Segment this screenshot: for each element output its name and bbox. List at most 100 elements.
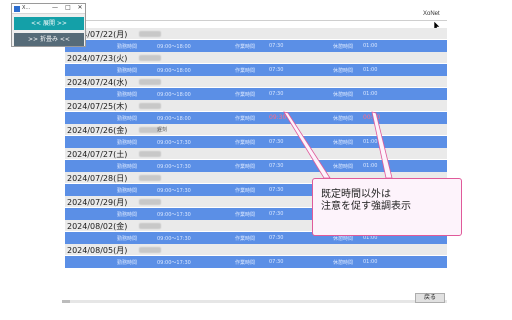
work-row[interactable]: 勤務時間 09:00～18:00 作業時間 09:30 休憩時間 00:00 [65, 112, 447, 124]
minimize-icon[interactable]: — [49, 4, 61, 11]
rest-label: 休憩時間 [333, 140, 354, 146]
day-entry: 2024/08/05(月) 勤務時間 09:00～17:30 作業時間 07:3… [65, 244, 447, 268]
work-time-label: 勤務時間 [117, 92, 138, 98]
rest-value: 00:00 [363, 114, 381, 121]
day-entry: 2024/07/24(水) 勤務時間 09:00～18:00 作業時間 07:3… [65, 76, 447, 100]
rest-label: 休憩時間 [333, 260, 354, 266]
overtime-value: 09:30 [269, 114, 287, 121]
work-hours: 09:00～17:30 [157, 260, 191, 266]
overtime-label: 作業時間 [235, 140, 256, 146]
date-row[interactable]: 2024/08/05(月) [65, 244, 447, 256]
brand-label: XoNet [423, 11, 440, 17]
work-row[interactable]: 勤務時間 09:00～17:30 作業時間 07:30 休憩時間 01:00 [65, 136, 447, 148]
rest-value: 01:00 [363, 91, 378, 97]
rest-value: 01:00 [363, 163, 378, 169]
work-time-label: 勤務時間 [117, 68, 138, 74]
horizontal-scrollbar[interactable] [62, 300, 447, 303]
overtime-label: 作業時間 [235, 44, 256, 50]
overtime-label: 作業時間 [235, 260, 256, 266]
work-hours: 09:00～17:30 [157, 188, 191, 194]
day-entry: 2024/07/22(月) 勤務時間 09:00～18:00 作業時間 07:3… [65, 28, 447, 52]
redacted-name [139, 103, 161, 109]
mini-window: X… — □ ✕ << 展開 >> >> 折畳み << [11, 3, 86, 47]
work-time-label: 勤務時間 [117, 44, 138, 50]
redacted-name [139, 247, 161, 253]
day-entry: 2024/07/27(土) 勤務時間 09:00～17:30 作業時間 07:3… [65, 148, 447, 172]
redacted-name [139, 79, 161, 85]
overtime-label: 作業時間 [235, 236, 256, 242]
maximize-icon[interactable]: □ [62, 4, 74, 11]
work-hours: 09:00～17:30 [157, 212, 191, 218]
overtime-value: 07:30 [269, 67, 284, 73]
work-time-label: 勤務時間 [117, 140, 138, 146]
date-label: 2024/07/28(日) [67, 174, 128, 183]
redacted-name [139, 31, 161, 37]
mini-window-title: X… [22, 5, 31, 11]
work-time-label: 勤務時間 [117, 260, 138, 266]
day-entry: 2024/07/26(金) 遅刻 勤務時間 09:00～17:30 作業時間 0… [65, 124, 447, 148]
annotation-callout: 既定時間以外は 注意を促す強調表示 [312, 178, 462, 236]
date-label: 2024/07/29(月) [67, 198, 128, 207]
rest-label: 休憩時間 [333, 92, 354, 98]
back-button[interactable]: 戻る [415, 293, 445, 303]
overtime-label: 作業時間 [235, 92, 256, 98]
mini-window-titlebar[interactable]: X… — □ ✕ [12, 4, 85, 14]
work-row[interactable]: 勤務時間 09:00～17:30 作業時間 07:30 休憩時間 01:00 [65, 160, 447, 172]
rest-value: 01:00 [363, 259, 378, 265]
overtime-value: 07:30 [269, 235, 284, 241]
date-row[interactable]: 2024/07/22(月) [65, 28, 447, 40]
header-divider [62, 20, 447, 21]
date-label: 2024/07/26(金) [67, 126, 128, 135]
close-icon[interactable]: ✕ [74, 4, 86, 11]
work-time-label: 勤務時間 [117, 212, 138, 218]
work-time-label: 勤務時間 [117, 236, 138, 242]
work-hours: 09:00～18:00 [157, 68, 191, 74]
date-label: 2024/08/02(金) [67, 222, 128, 231]
overtime-value: 07:30 [269, 43, 284, 49]
work-hours: 09:00～17:30 [157, 236, 191, 242]
day-note: 遅刻 [157, 127, 168, 133]
date-label: 2024/08/05(月) [67, 246, 128, 255]
rest-label: 休憩時間 [333, 44, 354, 50]
overtime-value: 07:30 [269, 139, 284, 145]
redacted-name [139, 223, 161, 229]
work-hours: 09:00～18:00 [157, 92, 191, 98]
day-entry: 2024/07/25(木) 勤務時間 09:00～18:00 作業時間 09:3… [65, 100, 447, 124]
rest-label: 休憩時間 [333, 116, 354, 122]
overtime-label: 作業時間 [235, 68, 256, 74]
work-row[interactable]: 勤務時間 09:00～18:00 作業時間 07:30 休憩時間 01:00 [65, 88, 447, 100]
work-row[interactable]: 勤務時間 09:00～17:30 作業時間 07:30 休憩時間 01:00 [65, 256, 447, 268]
overtime-value: 07:30 [269, 91, 284, 97]
date-row[interactable]: 2024/07/24(水) [65, 76, 447, 88]
expand-button[interactable]: << 展開 >> [14, 17, 84, 30]
redacted-name [139, 151, 161, 157]
work-hours: 09:00～18:00 [157, 116, 191, 122]
work-time-label: 勤務時間 [117, 164, 138, 170]
scrollbar-thumb[interactable] [62, 300, 70, 303]
date-label: 2024/07/23(火) [67, 54, 128, 63]
work-hours: 09:00～17:30 [157, 164, 191, 170]
work-time-label: 勤務時間 [117, 188, 138, 194]
app-icon [14, 6, 20, 12]
overtime-value: 07:30 [269, 163, 284, 169]
rest-value: 01:00 [363, 43, 378, 49]
work-hours: 09:00～17:30 [157, 140, 191, 146]
rest-value: 01:00 [363, 139, 378, 145]
date-row[interactable]: 2024/07/23(火) [65, 52, 447, 64]
work-time-label: 勤務時間 [117, 116, 138, 122]
overtime-label: 作業時間 [235, 164, 256, 170]
rest-label: 休憩時間 [333, 236, 354, 242]
overtime-value: 07:30 [269, 187, 284, 193]
redacted-name [139, 55, 161, 61]
callout-text: 既定時間以外は 注意を促す強調表示 [321, 189, 411, 212]
redacted-name [139, 175, 161, 181]
work-row[interactable]: 勤務時間 09:00～18:00 作業時間 07:30 休憩時間 01:00 [65, 64, 447, 76]
collapse-button[interactable]: >> 折畳み << [14, 33, 84, 46]
date-row[interactable]: 2024/07/26(金) 遅刻 [65, 124, 447, 136]
date-row[interactable]: 2024/07/25(木) [65, 100, 447, 112]
date-label: 2024/07/25(木) [67, 102, 128, 111]
overtime-value: 07:30 [269, 259, 284, 265]
date-row[interactable]: 2024/07/27(土) [65, 148, 447, 160]
work-row[interactable]: 勤務時間 09:00～18:00 作業時間 07:30 休憩時間 01:00 [65, 40, 447, 52]
rest-label: 休憩時間 [333, 68, 354, 74]
